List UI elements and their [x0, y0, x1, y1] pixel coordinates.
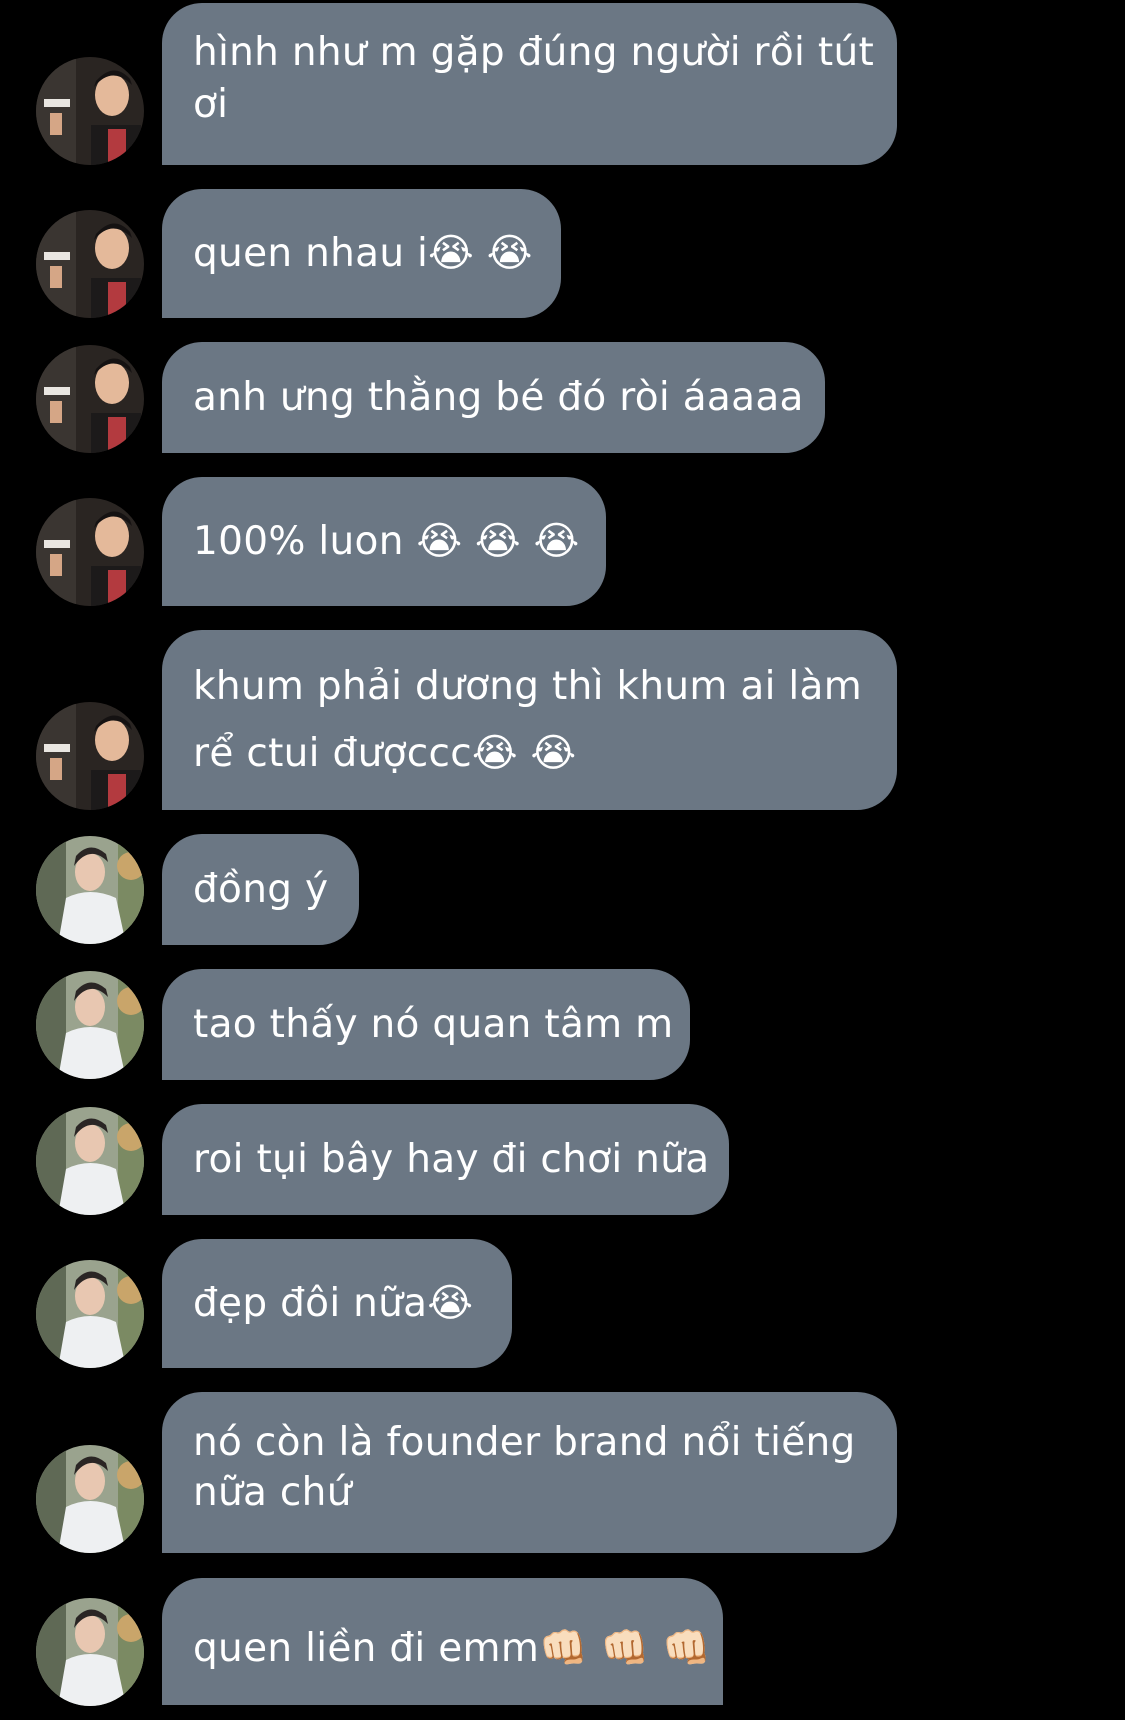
avatar-friend-a[interactable] — [36, 345, 144, 453]
message-bubble[interactable]: roi tụi bây hay đi chơi nữa — [162, 1104, 729, 1215]
message-text: tao thấy nó quan tâm m — [193, 1002, 674, 1047]
message-text: anh ưng thằng bé đó ròi áaaaa — [193, 375, 804, 420]
avatar-friend-a[interactable] — [36, 498, 144, 606]
avatar-friend-a[interactable] — [36, 57, 144, 165]
message-bubble[interactable]: khum phải dương thì khum ai làm rể ctui … — [162, 630, 897, 810]
avatar-friend-b[interactable] — [36, 1260, 144, 1368]
message-bubble[interactable]: đồng ý — [162, 834, 359, 945]
avatar-friend-b[interactable] — [36, 1445, 144, 1553]
crying-emoji-icon: 😭 😭 😭 — [416, 519, 580, 564]
message-bubble[interactable]: anh ưng thằng bé đó ròi áaaaa — [162, 342, 825, 453]
message-text: nó còn là founder brand nổi tiếng — [193, 1420, 856, 1465]
message-bubble[interactable]: quen nhau i😭 😭 — [162, 189, 561, 318]
avatar-friend-b[interactable] — [36, 971, 144, 1079]
message-text: quen nhau i — [193, 231, 429, 276]
message-text: quen liền đi emm — [193, 1626, 540, 1671]
avatar-friend-b[interactable] — [36, 1598, 144, 1706]
message-text: 100% luon — [193, 519, 417, 564]
message-text: đẹp đôi nữa — [193, 1281, 428, 1326]
message-text: rể ctui đượccc — [193, 731, 472, 776]
avatar-friend-b[interactable] — [36, 1107, 144, 1215]
message-text: roi tụi bây hay đi chơi nữa — [193, 1137, 710, 1182]
message-text: hình như m gặp đúng người rồi tút — [193, 30, 875, 75]
fist-emoji-icon: 👊🏻 👊🏻 👊🏻 — [539, 1626, 712, 1671]
crying-emoji-icon: 😭 😭 — [471, 731, 577, 776]
avatar-friend-b[interactable] — [36, 836, 144, 944]
avatar-friend-a[interactable] — [36, 210, 144, 318]
message-bubble[interactable]: quen liền đi emm👊🏻 👊🏻 👊🏻 — [162, 1578, 723, 1705]
message-bubble[interactable]: hình như m gặp đúng người rồi tút ơi — [162, 3, 897, 165]
message-bubble[interactable]: đẹp đôi nữa😭 — [162, 1239, 512, 1368]
message-text: đồng ý — [193, 867, 329, 912]
crying-emoji-icon: 😭 — [427, 1281, 474, 1326]
message-bubble[interactable]: tao thấy nó quan tâm m — [162, 969, 690, 1080]
message-bubble[interactable]: 100% luon 😭 😭 😭 — [162, 477, 606, 606]
message-bubble[interactable]: nó còn là founder brand nổi tiếng nữa ch… — [162, 1392, 897, 1553]
chat-thread: hình như m gặp đúng người rồi tút ơi que… — [0, 0, 1125, 1706]
avatar-friend-a[interactable] — [36, 702, 144, 810]
crying-emoji-icon: 😭 😭 — [428, 231, 533, 276]
message-text: khum phải dương thì khum ai làm — [193, 664, 863, 709]
message-text: nữa chứ — [193, 1470, 352, 1515]
message-text: ơi — [193, 82, 229, 127]
